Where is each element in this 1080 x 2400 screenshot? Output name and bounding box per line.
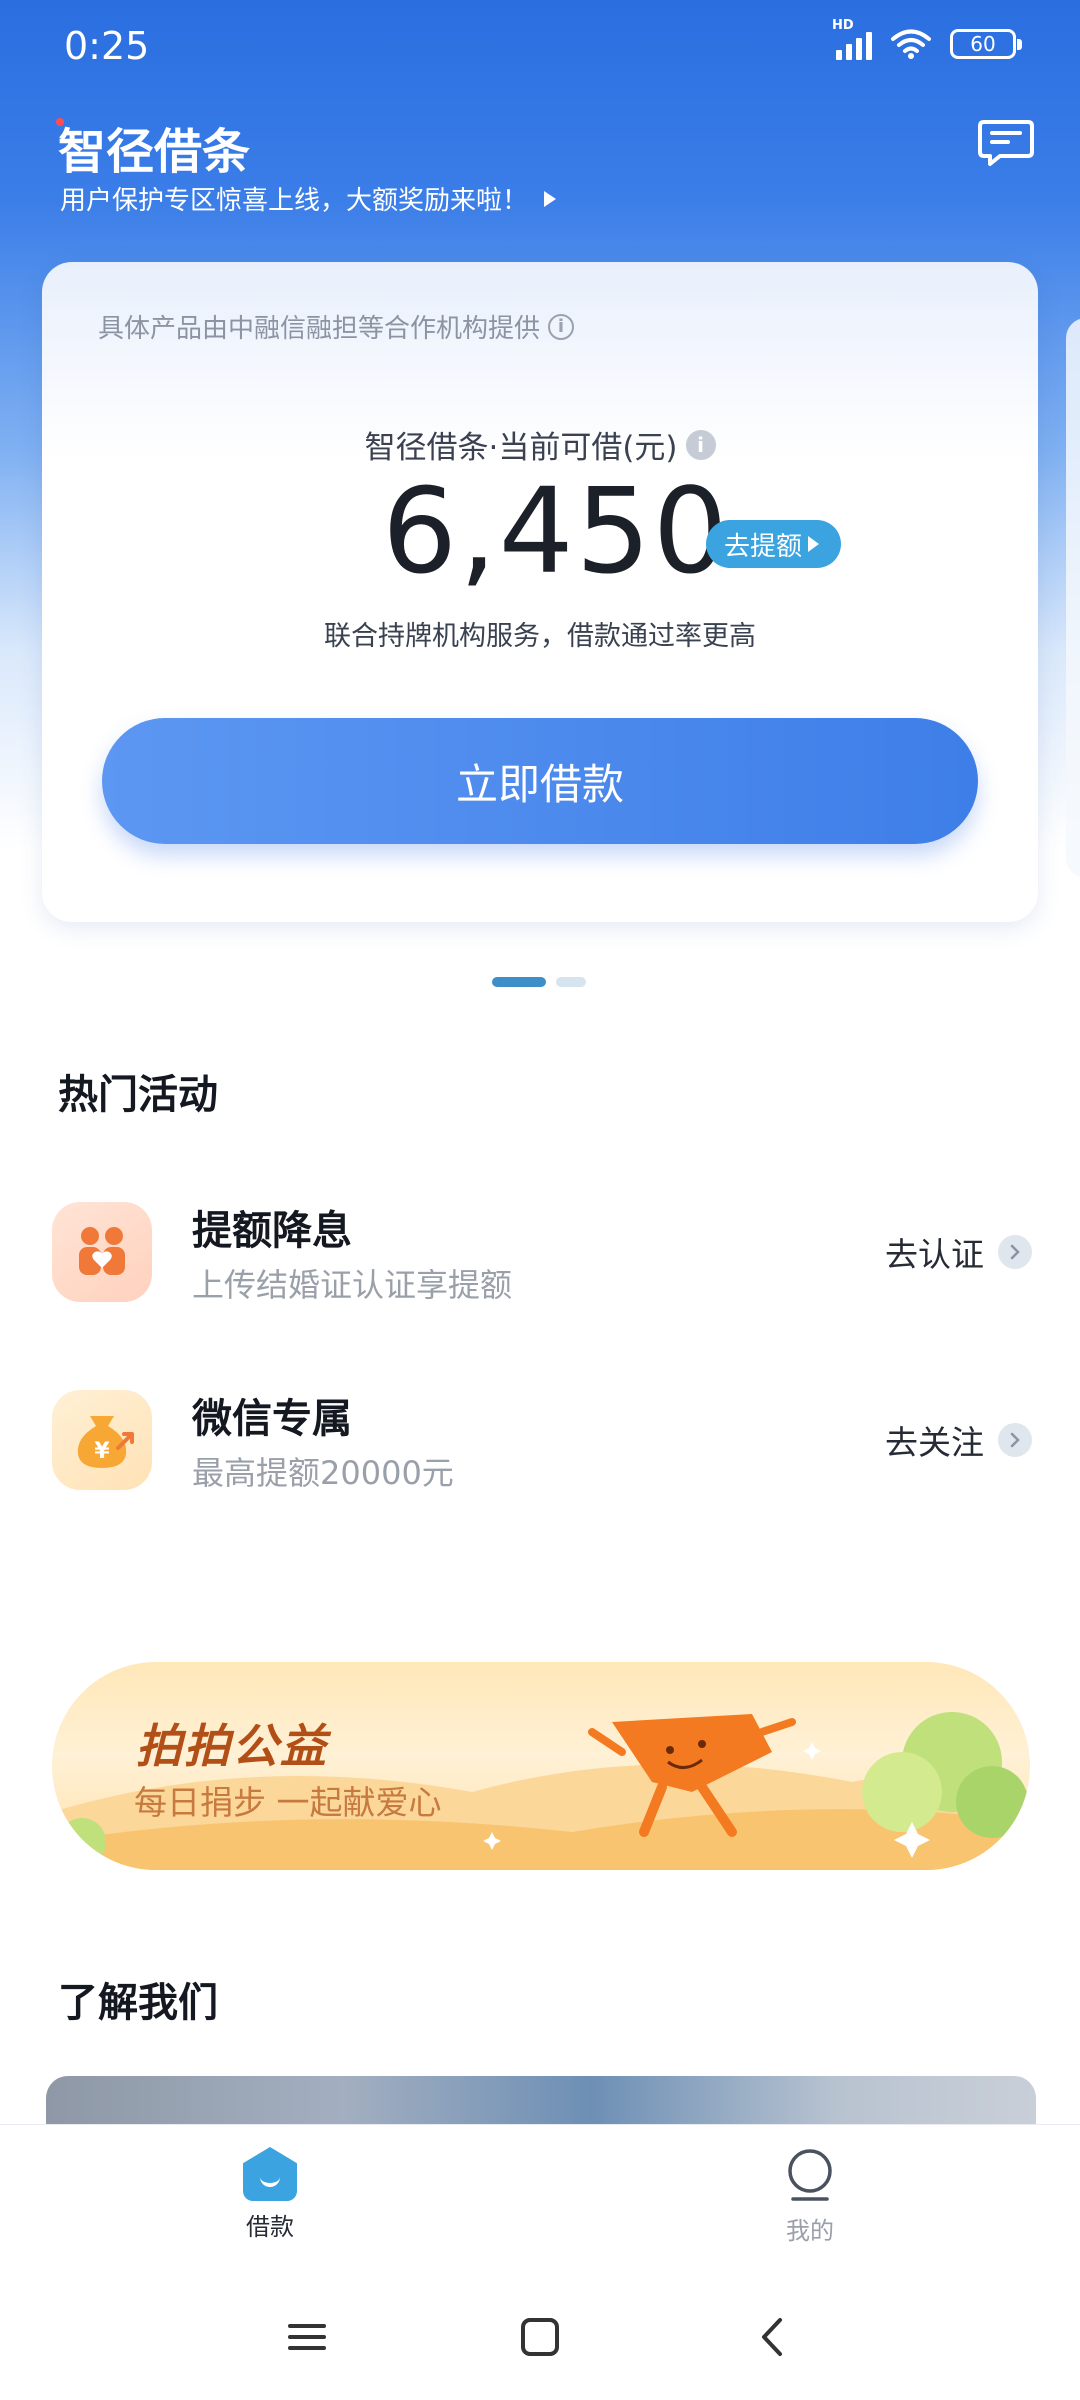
announcement-text: 用户保护专区惊喜上线，大额奖励来啦！ xyxy=(60,186,529,216)
system-nav-bar xyxy=(0,2270,1080,2400)
activity-subtitle: 上传结婚证认证享提额 xyxy=(192,1266,513,1304)
cellular-signal-icon: HD xyxy=(832,18,872,60)
chevron-right-icon xyxy=(998,1423,1032,1457)
status-time: 0:25 xyxy=(64,24,150,68)
back-icon[interactable] xyxy=(748,2312,798,2362)
info-icon[interactable]: i xyxy=(685,429,716,460)
app-title: 智径借条 xyxy=(56,112,251,182)
money-bag-icon: ¥ xyxy=(52,1390,152,1490)
arrow-right-icon xyxy=(808,536,820,552)
activity-item-raise-limit[interactable]: 提额降息 上传结婚证认证享提额 去认证 xyxy=(52,1202,1032,1312)
message-icon[interactable] xyxy=(978,118,1034,168)
wifi-icon xyxy=(891,29,931,59)
carousel-dot xyxy=(556,977,586,987)
activity-item-wechat[interactable]: ¥ 微信专属 最高提额20000元 去关注 xyxy=(52,1390,1032,1500)
battery-icon: 60 xyxy=(950,29,1022,59)
card-note: 联合持牌机构服务，借款通过率更高 xyxy=(324,621,756,652)
limit-label-text: 智径借条·当前可借(元) xyxy=(364,430,678,466)
profile-icon xyxy=(788,2149,832,2201)
activity-title: 提额降息 xyxy=(192,1208,352,1254)
home-icon xyxy=(243,2147,297,2201)
provider-note-text: 具体产品由中融信融担等合作机构提供 xyxy=(98,314,541,344)
raise-limit-button[interactable]: 去提额 xyxy=(706,520,842,568)
charity-title: 拍拍公益 xyxy=(136,1719,328,1773)
activity-action[interactable]: 去关注 xyxy=(885,1416,1032,1464)
available-amount: 6,450 xyxy=(382,462,730,600)
borrow-now-button[interactable]: 立即借款 xyxy=(102,718,978,844)
activity-subtitle: 最高提额20000元 xyxy=(192,1454,454,1492)
tab-label: 借款 xyxy=(246,2213,294,2241)
status-icons: HD 60 xyxy=(832,18,1022,60)
play-arrow-icon xyxy=(544,190,557,207)
tab-mine[interactable]: 我的 xyxy=(730,2147,890,2246)
charity-banner[interactable]: 拍拍公益 每日捐步 一起献爱心 xyxy=(52,1662,1030,1870)
limit-label: 智径借条·当前可借(元) i xyxy=(42,422,1038,467)
next-card-peek[interactable] xyxy=(1066,318,1080,878)
credit-card: 具体产品由中融信融担等合作机构提供 i 智径借条·当前可借(元) i 6,450… xyxy=(42,262,1038,922)
charity-subtitle: 每日捐步 一起献爱心 xyxy=(134,1783,442,1822)
network-type-label: HD xyxy=(832,18,854,33)
activity-action-label: 去关注 xyxy=(885,1423,984,1462)
carousel-dot-active xyxy=(492,977,546,987)
carousel-indicator xyxy=(492,977,586,987)
activity-action[interactable]: 去认证 xyxy=(885,1228,1032,1276)
activity-action-label: 去认证 xyxy=(885,1235,984,1274)
hot-activities-title: 热门活动 xyxy=(58,1072,218,1118)
chevron-right-icon xyxy=(998,1235,1032,1269)
announcement-link[interactable]: 用户保护专区惊喜上线，大额奖励来啦！ xyxy=(60,180,557,217)
app-title-text: 智径借条 xyxy=(58,124,251,180)
bottom-tab-bar: 借款 我的 xyxy=(0,2124,1080,2270)
info-icon[interactable]: i xyxy=(548,313,575,340)
activity-title: 微信专属 xyxy=(192,1396,352,1442)
provider-note: 具体产品由中融信融担等合作机构提供 i xyxy=(98,308,575,345)
couple-icon xyxy=(52,1202,152,1302)
about-us-title: 了解我们 xyxy=(58,1980,218,2026)
home-button-icon[interactable] xyxy=(515,2312,565,2362)
brand-dot xyxy=(56,118,64,126)
menu-icon[interactable] xyxy=(282,2312,332,2362)
raise-limit-label: 去提额 xyxy=(724,531,803,562)
tab-loan[interactable]: 借款 xyxy=(190,2147,350,2242)
status-bar: 0:25 HD 60 xyxy=(0,0,1080,92)
svg-text:¥: ¥ xyxy=(94,1439,110,1464)
tab-label: 我的 xyxy=(786,2217,834,2245)
